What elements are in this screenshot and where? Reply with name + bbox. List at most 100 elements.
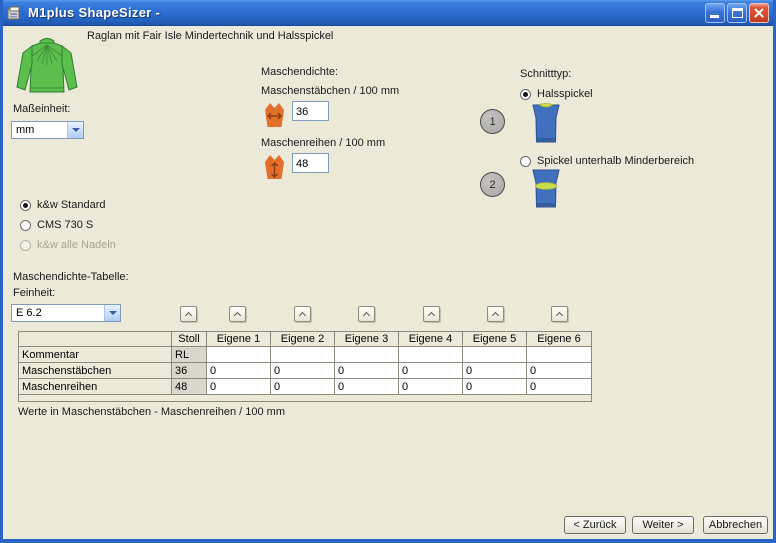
table-row: Maschenstäbchen 36 0 0 0 0 0 0 — [19, 363, 592, 379]
stitches-input[interactable] — [292, 101, 329, 121]
title-bar[interactable]: M1plus ShapeSizer - — [0, 0, 776, 26]
radio-spickel-unterhalb-label: Spickel unterhalb Minderbereich — [537, 155, 694, 167]
radio-icon — [20, 200, 31, 211]
column-up-button-eigene-5[interactable] — [487, 306, 504, 322]
table-corner-cell — [19, 332, 172, 347]
radio-icon — [20, 220, 31, 231]
up-arrow-icon — [363, 312, 370, 319]
value-cell[interactable]: 0 — [527, 363, 592, 379]
raglan-sweater-icon — [12, 32, 82, 102]
pattern-description: Raglan mit Fair Isle Mindertechnik und H… — [87, 30, 333, 42]
halsspickel-vest-icon — [527, 102, 565, 146]
cut-type-title: Schnitttyp: — [520, 68, 571, 80]
up-arrow-icon — [428, 312, 435, 319]
chevron-down-icon[interactable] — [104, 305, 120, 321]
shapesizer-window: M1plus ShapeSizer - Raglan mit Fair Isle… — [0, 0, 776, 543]
column-up-button-eigene-2[interactable] — [294, 306, 311, 322]
value-cell[interactable]: 0 — [399, 363, 463, 379]
table-header-row: Stoll Eigene 1 Eigene 2 Eigene 3 Eigene … — [19, 332, 592, 347]
value-cell[interactable]: 0 — [527, 379, 592, 395]
gauge-value: E 6.2 — [16, 307, 42, 319]
radio-spickel-unterhalb[interactable]: Spickel unterhalb Minderbereich — [520, 155, 694, 167]
value-cell[interactable]: 0 — [207, 363, 271, 379]
col-header-eigene-6: Eigene 6 — [527, 332, 592, 347]
radio-kw-alle-nadeln[interactable]: k&w alle Nadeln — [20, 239, 116, 251]
value-cell[interactable]: 0 — [463, 379, 527, 395]
gauge-select[interactable]: E 6.2 — [11, 304, 121, 322]
close-button[interactable] — [749, 3, 769, 23]
window-title: M1plus ShapeSizer - — [28, 0, 160, 26]
gauge-label: Feinheit: — [13, 287, 55, 299]
col-header-eigene-3: Eigene 3 — [335, 332, 399, 347]
col-header-eigene-2: Eigene 2 — [271, 332, 335, 347]
table-row: Kommentar RL — [19, 347, 592, 363]
radio-kw-standard-label: k&w Standard — [37, 199, 105, 211]
stitch-height-icon — [262, 153, 287, 181]
stitch-width-icon — [262, 101, 287, 129]
value-cell[interactable] — [335, 347, 399, 363]
cancel-button[interactable]: Abbrechen — [703, 516, 768, 534]
table-section-title: Maschendichte-Tabelle: — [13, 271, 129, 283]
value-cell[interactable]: 0 — [463, 363, 527, 379]
up-arrow-icon — [299, 312, 306, 319]
value-cell[interactable] — [399, 347, 463, 363]
value-cell[interactable] — [271, 347, 335, 363]
radio-cms-730s-label: CMS 730 S — [37, 219, 93, 231]
row-label: Maschenreihen — [19, 379, 172, 395]
radio-icon — [20, 240, 31, 251]
radio-icon — [520, 89, 531, 100]
up-arrow-icon — [234, 312, 241, 319]
col-header-eigene-4: Eigene 4 — [399, 332, 463, 347]
stoll-cell: RL — [172, 347, 207, 363]
minimize-icon — [710, 15, 719, 18]
unit-value: mm — [16, 124, 34, 136]
value-cell[interactable]: 0 — [271, 363, 335, 379]
radio-kw-standard[interactable]: k&w Standard — [20, 199, 105, 211]
column-up-button-eigene-3[interactable] — [358, 306, 375, 322]
unit-label: Maßeinheit: — [13, 103, 70, 115]
back-button[interactable]: < Zurück — [564, 516, 626, 534]
rows-label: Maschenreihen / 100 mm — [261, 137, 385, 149]
table-footnote: Werte in Maschenstäbchen - Maschenreihen… — [18, 406, 285, 418]
col-header-stoll: Stoll — [172, 332, 207, 347]
stoll-cell: 48 — [172, 379, 207, 395]
minimize-button[interactable] — [705, 3, 725, 23]
spickel-unterhalb-vest-icon — [527, 167, 565, 211]
row-label: Maschenstäbchen — [19, 363, 172, 379]
badge-1: 1 — [480, 109, 505, 134]
radio-cms-730s[interactable]: CMS 730 S — [20, 219, 93, 231]
value-cell[interactable]: 0 — [207, 379, 271, 395]
radio-halsspickel[interactable]: Halsspickel — [520, 88, 593, 100]
up-arrow-icon — [556, 312, 563, 319]
rows-input[interactable] — [292, 153, 329, 173]
chevron-down-icon[interactable] — [67, 122, 83, 138]
column-up-button-eigene-4[interactable] — [423, 306, 440, 322]
value-cell[interactable]: 0 — [271, 379, 335, 395]
up-arrow-icon — [185, 312, 192, 319]
column-up-button-stoll[interactable] — [180, 306, 197, 322]
density-table: Stoll Eigene 1 Eigene 2 Eigene 3 Eigene … — [18, 331, 592, 402]
app-icon — [7, 5, 23, 21]
value-cell[interactable] — [527, 347, 592, 363]
radio-halsspickel-label: Halsspickel — [537, 88, 593, 100]
value-cell[interactable] — [463, 347, 527, 363]
maximize-icon — [732, 8, 743, 18]
column-up-button-eigene-6[interactable] — [551, 306, 568, 322]
value-cell[interactable]: 0 — [335, 379, 399, 395]
col-header-eigene-1: Eigene 1 — [207, 332, 271, 347]
value-cell[interactable]: 0 — [399, 379, 463, 395]
density-title: Maschendichte: — [261, 66, 338, 78]
radio-kw-alle-nadeln-label: k&w alle Nadeln — [37, 239, 116, 251]
radio-icon — [520, 156, 531, 167]
table-bottom-strip — [19, 395, 592, 402]
up-arrow-icon — [492, 312, 499, 319]
next-button[interactable]: Weiter > — [632, 516, 694, 534]
value-cell[interactable]: 0 — [335, 363, 399, 379]
col-header-eigene-5: Eigene 5 — [463, 332, 527, 347]
stoll-cell: 36 — [172, 363, 207, 379]
column-up-button-eigene-1[interactable] — [229, 306, 246, 322]
maximize-button[interactable] — [727, 3, 747, 23]
value-cell[interactable] — [207, 347, 271, 363]
table-row: Maschenreihen 48 0 0 0 0 0 0 — [19, 379, 592, 395]
unit-select[interactable]: mm — [11, 121, 84, 139]
